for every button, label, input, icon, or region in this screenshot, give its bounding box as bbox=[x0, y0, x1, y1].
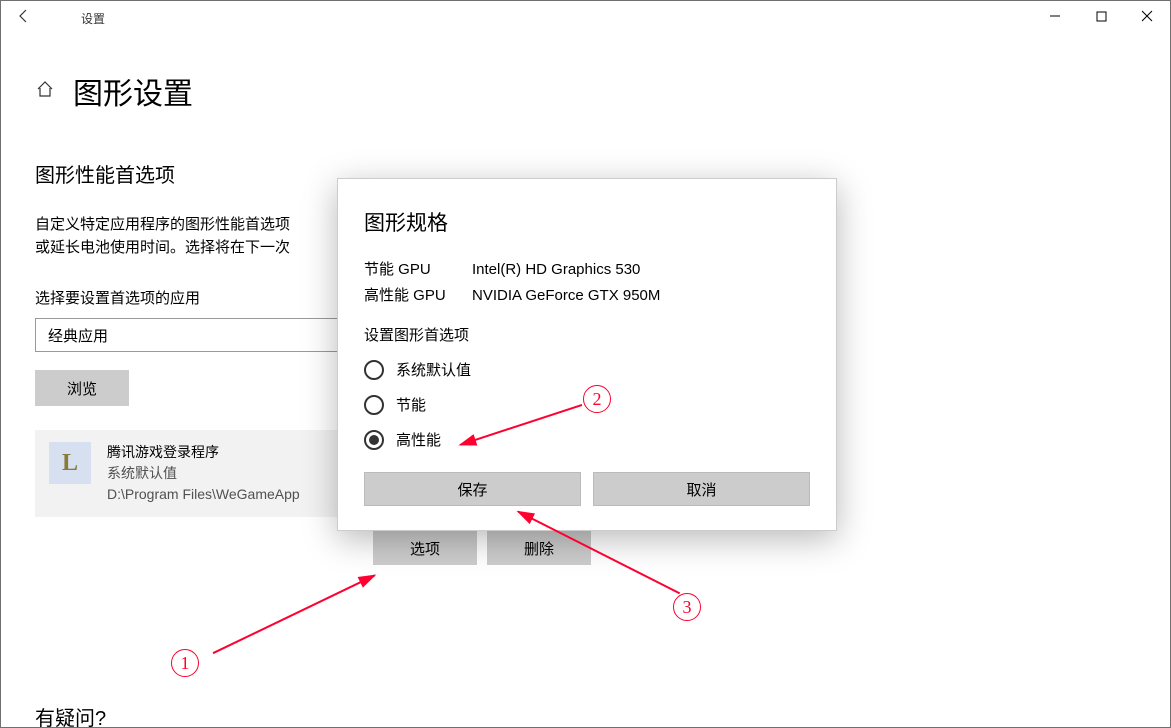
radio-label: 系统默认值 bbox=[396, 359, 471, 380]
dialog-buttons: 保存 取消 bbox=[364, 472, 810, 506]
radio-system-default[interactable]: 系统默认值 bbox=[364, 359, 810, 380]
radio-icon bbox=[364, 430, 384, 450]
spec-row-high-perf: 高性能 GPU NVIDIA GeForce GTX 950M bbox=[364, 283, 810, 309]
settings-window: 设置 图形设置 图形性能首选项 自定义特定应用程序的图形性能首选项 或延长电池使… bbox=[0, 0, 1171, 728]
radio-label: 节能 bbox=[396, 394, 426, 415]
radio-label: 高性能 bbox=[396, 429, 441, 450]
radio-icon bbox=[364, 360, 384, 380]
dialog-pref-label: 设置图形首选项 bbox=[364, 324, 810, 345]
radio-power-save[interactable]: 节能 bbox=[364, 394, 810, 415]
save-button[interactable]: 保存 bbox=[364, 472, 581, 506]
spec-key: 节能 GPU bbox=[364, 257, 472, 283]
spec-value: Intel(R) HD Graphics 530 bbox=[472, 257, 640, 283]
dialog-backdrop: 图形规格 节能 GPU Intel(R) HD Graphics 530 高性能… bbox=[1, 1, 1170, 727]
dialog-title: 图形规格 bbox=[364, 207, 810, 237]
spec-value: NVIDIA GeForce GTX 950M bbox=[472, 283, 660, 309]
radio-high-performance[interactable]: 高性能 bbox=[364, 429, 810, 450]
spec-key: 高性能 GPU bbox=[364, 283, 472, 309]
graphics-spec-dialog: 图形规格 节能 GPU Intel(R) HD Graphics 530 高性能… bbox=[337, 178, 837, 531]
cancel-button[interactable]: 取消 bbox=[593, 472, 810, 506]
spec-row-power-save: 节能 GPU Intel(R) HD Graphics 530 bbox=[364, 257, 810, 283]
radio-icon bbox=[364, 395, 384, 415]
